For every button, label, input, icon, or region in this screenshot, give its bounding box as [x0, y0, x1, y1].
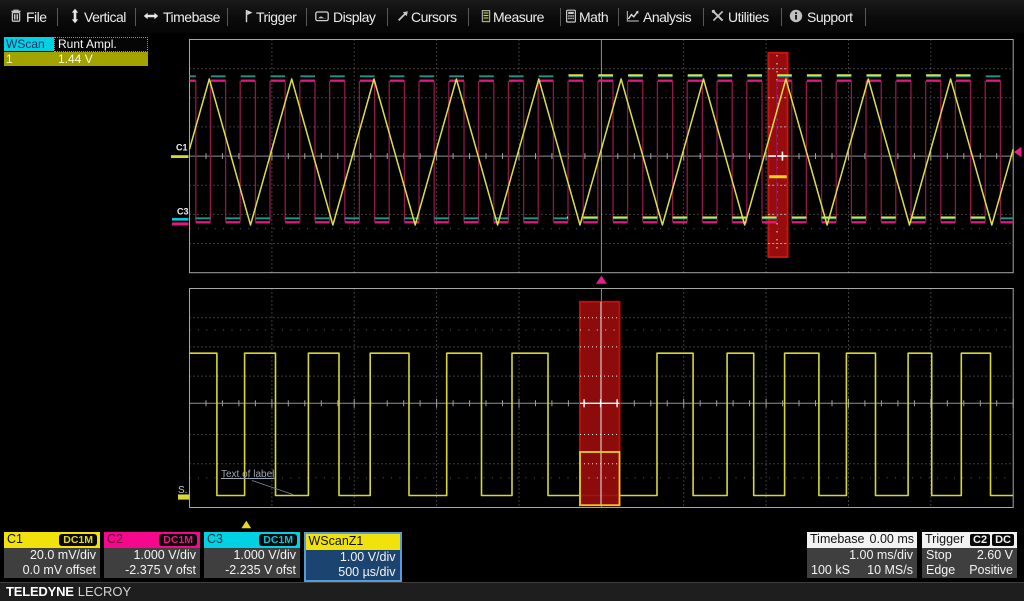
svg-text:C3: C3 [177, 207, 189, 217]
svg-text:S.: S. [178, 485, 187, 496]
svg-text:C1: C1 [176, 143, 188, 153]
svg-text:Text of label: Text of label [221, 469, 274, 480]
